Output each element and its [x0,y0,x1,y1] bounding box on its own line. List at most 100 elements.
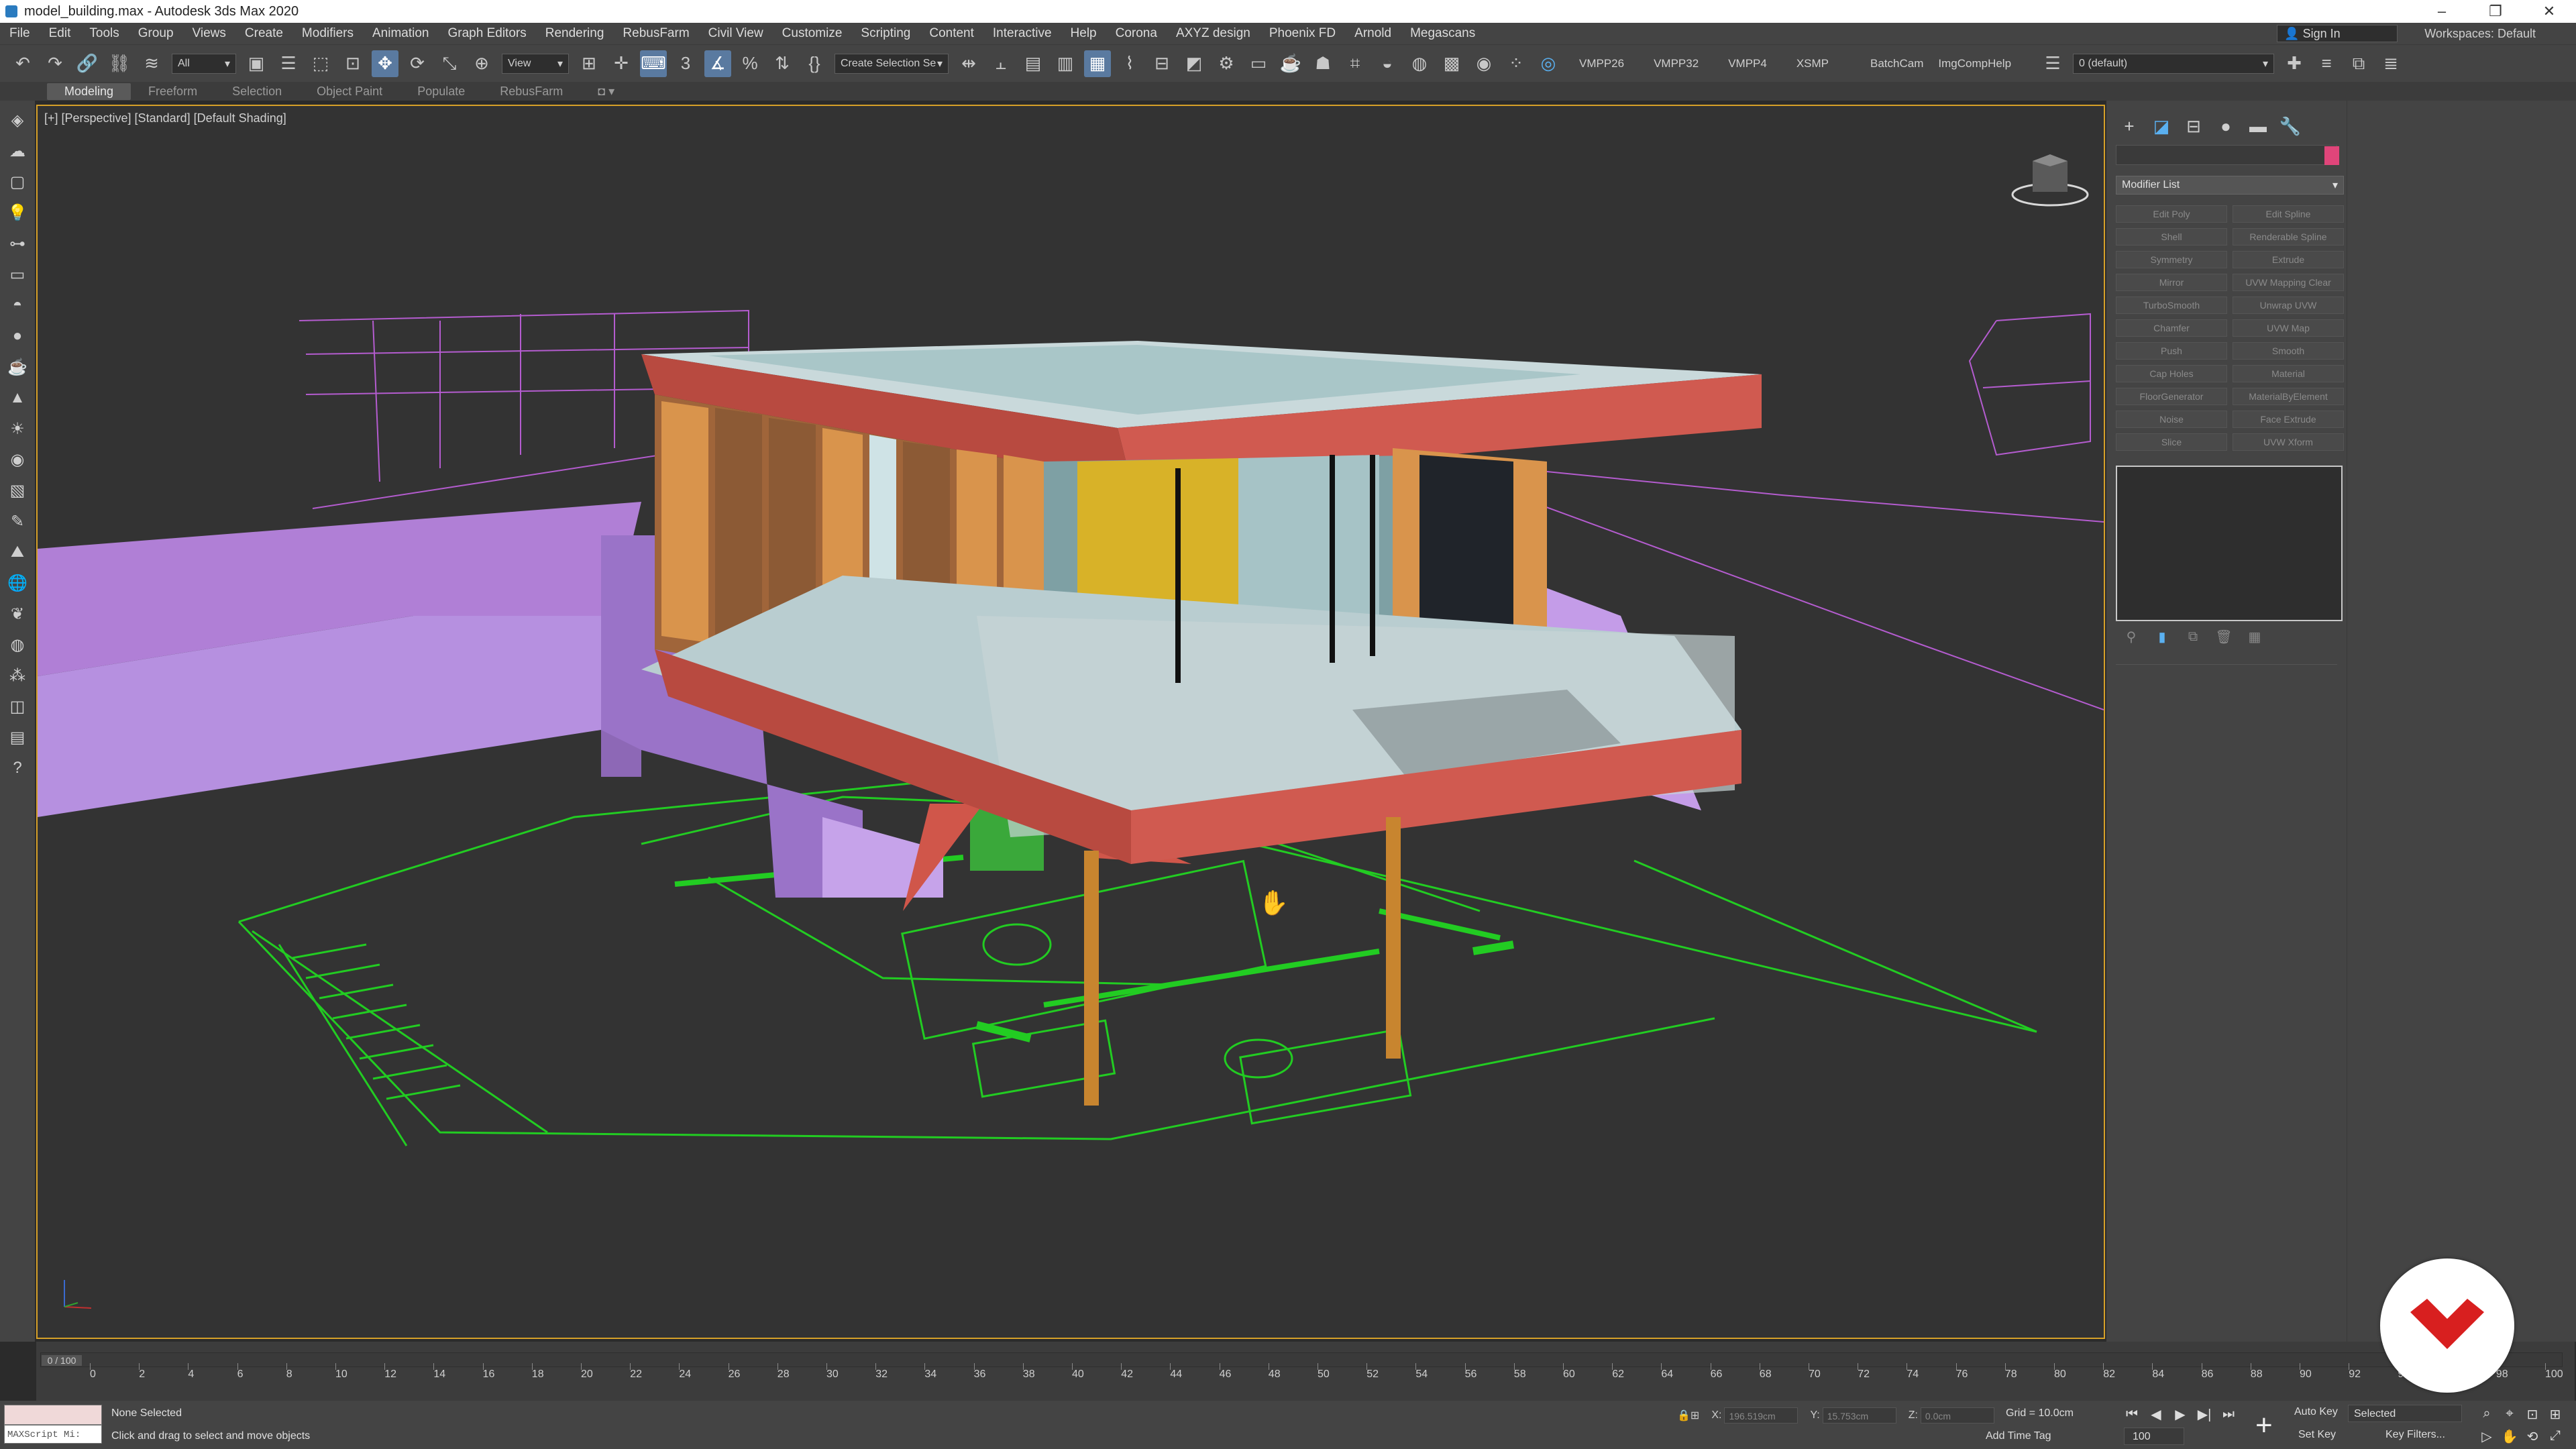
track-bar[interactable]: 0 2 4 6 8 10 12 14 16 18 20 22 24 26 28 30 32 34 36 38 40 42 4… [90,1363,2563,1395]
layer-manager-icon[interactable]: ☰ [2039,50,2066,77]
modifier-stack[interactable] [2116,466,2343,621]
cloud-icon[interactable]: ☁ [6,140,29,162]
maxscript-input[interactable]: MAXScript Mi: [4,1425,102,1444]
zoom-all-icon[interactable]: ⌖ [2498,1406,2521,1423]
remove-modifier-icon[interactable]: 🗑 [2208,627,2239,647]
modifier-button[interactable]: Cap Holes [2116,365,2227,382]
rendered-frame-icon[interactable]: ▭ [1245,50,1272,77]
set-key-icon[interactable]: + [2255,1409,2273,1442]
tab-selection[interactable]: Selection [215,83,299,100]
select-place-icon[interactable]: ⊕ [468,50,495,77]
select-rotate-icon[interactable]: ⟳ [404,50,431,77]
bubble-icon[interactable]: ◫ [6,695,29,718]
box-icon[interactable]: ▢ [6,170,29,193]
menu-tools[interactable]: Tools [80,26,128,41]
pin-stack-icon[interactable]: ⚲ [2116,627,2147,647]
redo-icon[interactable]: ↷ [42,50,68,77]
angle-snap-icon[interactable]: ∡ [704,50,731,77]
sphere-icon[interactable]: ● [6,325,29,347]
modifier-button[interactable]: UVW Map [2233,319,2344,337]
play-icon[interactable]: ▶ [2168,1405,2192,1424]
menu-arnold[interactable]: Arnold [1345,26,1401,41]
modifier-button[interactable]: MaterialByElement [2233,388,2344,405]
menu-content[interactable]: Content [920,26,983,41]
snaps-toggle-icon[interactable]: 3 [672,50,699,77]
teapot-render-icon[interactable]: ◒ [1374,50,1401,77]
render-icon[interactable]: ☕ [1277,50,1304,77]
menu-animation[interactable]: Animation [363,26,439,41]
layer-explorer-icon[interactable]: ▥ [1052,50,1079,77]
scene-explorer-icon[interactable]: ▤ [1020,50,1046,77]
plugin-vmpp4[interactable]: VMPP4 [1728,57,1767,70]
axis-move-icon[interactable]: ✛ [608,50,635,77]
corona-icon[interactable]: ◉ [1470,50,1497,77]
time-slider-handle[interactable]: 0 / 100 [42,1355,82,1366]
menu-axyz-design[interactable]: AXYZ design [1167,26,1260,41]
modifier-button[interactable]: Smooth [2233,342,2344,360]
light-icon[interactable]: 💡 [6,201,29,224]
maxscript-output[interactable] [4,1405,102,1425]
maxscript-listener[interactable]: MAXScript Mi: [4,1405,102,1445]
globe-icon[interactable]: ◍ [6,633,29,656]
modifier-button[interactable]: Symmetry [2116,251,2227,268]
menu-scripting[interactable]: Scripting [851,26,920,41]
camera-icon[interactable]: ⊶ [6,232,29,255]
utilities-tab-icon[interactable]: 🔧 [2274,114,2306,138]
pivot-center-icon[interactable]: ⊞ [576,50,602,77]
teapot-icon[interactable]: ☕ [6,356,29,378]
modify-tab-icon[interactable]: ◪ [2145,114,2178,138]
hemisphere-icon[interactable]: ◓ [6,294,29,317]
reference-coord-dropdown[interactable]: View ▾ [502,53,569,74]
modifier-button[interactable]: Chamfer [2116,319,2227,337]
modifier-button[interactable]: Push [2116,342,2227,360]
plugin-batchcam[interactable]: BatchCam [1870,57,1923,70]
minimize-button[interactable]: – [2415,0,2469,23]
menu-civil-view[interactable]: Civil View [699,26,773,41]
add-layer-icon[interactable]: ✚ [2281,50,2308,77]
time-slider[interactable] [40,1352,2563,1367]
menu-customize[interactable]: Customize [773,26,852,41]
layer-dropdown[interactable]: 0 (default) ▾ [2073,53,2275,74]
tab-populate[interactable]: Populate [400,83,482,100]
help-icon[interactable]: ? [6,757,29,780]
z-coordinate-field[interactable]: 0.0cm [1920,1407,1994,1424]
object-name-field[interactable] [2116,145,2337,165]
menu-phoenix-fd[interactable]: Phoenix FD [1260,26,1345,41]
document-icon[interactable]: ▤ [6,726,29,749]
hatch-icon[interactable]: ▧ [6,479,29,502]
set-key-button[interactable]: Set Key [2298,1429,2336,1441]
render-region-icon[interactable]: ⌗ [1342,50,1368,77]
motion-tab-icon[interactable]: ● [2210,114,2242,138]
display-tab-icon[interactable]: ▬ [2242,114,2274,138]
modifier-button[interactable]: Edit Spline [2233,205,2344,223]
schematic-view-icon[interactable]: ⊟ [1148,50,1175,77]
lock-icon[interactable]: 🔒 [1677,1409,1690,1422]
scene-explorer-icon[interactable]: ◈ [6,109,29,131]
sign-in-dropdown[interactable]: 👤 Sign In [2277,25,2398,42]
modifier-button[interactable]: UVW Xform [2233,433,2344,451]
workspaces-selector[interactable]: Workspaces: Default [2424,27,2536,41]
modifier-button[interactable]: TurboSmooth [2116,297,2227,314]
modifier-button[interactable]: FloorGenerator [2116,388,2227,405]
modifier-button[interactable]: UVW Mapping Clear [2233,274,2344,291]
leaf-icon[interactable]: ❦ [6,602,29,625]
tab-object-paint[interactable]: Object Paint [299,83,400,100]
modifier-button[interactable]: Extrude [2233,251,2344,268]
brush-icon[interactable]: ✎ [6,510,29,533]
bind-spacewarp-icon[interactable]: ≋ [138,50,165,77]
select-object-icon[interactable]: ▣ [243,50,270,77]
zoom-extents-all-icon[interactable]: ⊞ [2544,1406,2567,1423]
window-crossing-icon[interactable]: ⊡ [339,50,366,77]
modifier-button[interactable]: Noise [2116,411,2227,428]
plugin-vmpp26[interactable]: VMPP26 [1579,57,1624,70]
plugin-imgcomphelp[interactable]: ImgCompHelp [1938,57,2011,70]
ribbon-toggle-icon[interactable]: ▦ [1084,50,1111,77]
tab-freeform[interactable]: Freeform [131,83,215,100]
rect-selection-icon[interactable]: ⬚ [307,50,334,77]
maximize-viewport-icon[interactable]: ⤢ [2544,1428,2567,1445]
restore-button[interactable]: ❐ [2469,0,2522,23]
mirror-icon[interactable]: ⇹ [955,50,982,77]
render-setup-icon[interactable]: ⚙ [1213,50,1240,77]
pan-icon[interactable]: ✋ [2498,1428,2521,1445]
modifier-button[interactable]: Edit Poly [2116,205,2227,223]
